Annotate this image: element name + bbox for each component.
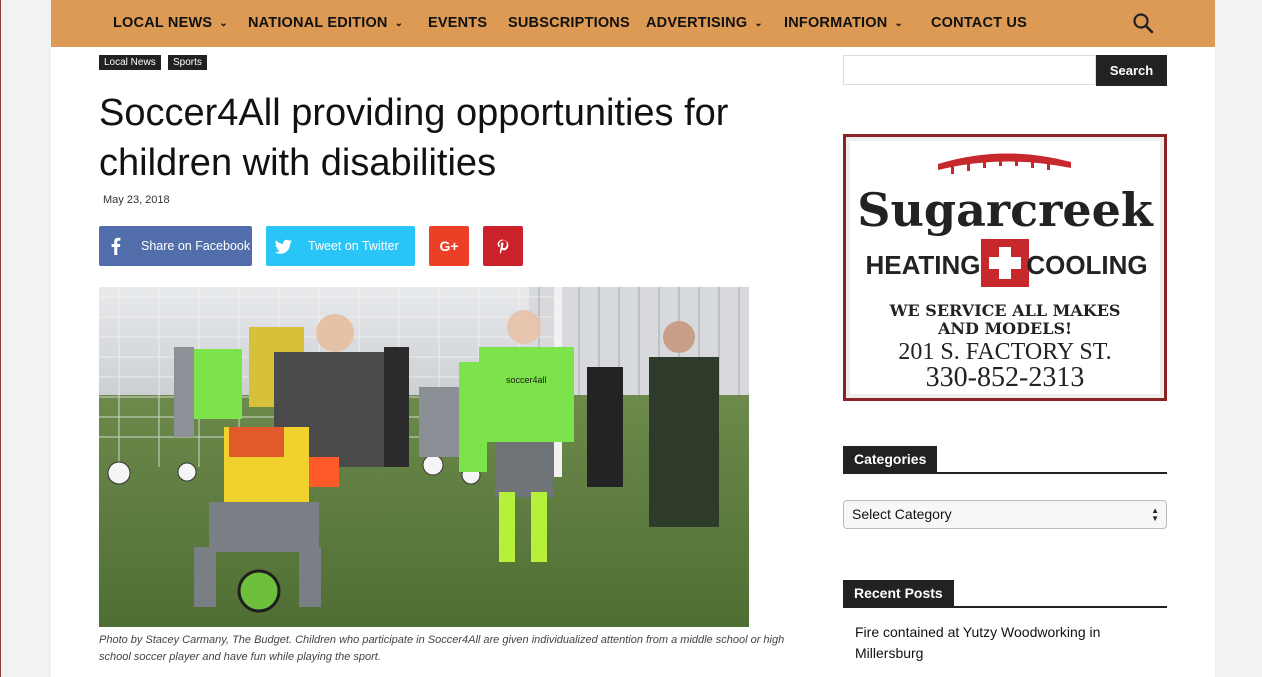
jersey-text: soccer4all — [506, 375, 547, 385]
article-date: May 23, 2018 — [103, 194, 170, 206]
select-arrows-icon: ▲ ▼ — [1151, 506, 1159, 523]
ad-heating: HEATING — [865, 250, 980, 280]
nav-item-subscriptions[interactable]: SUBSCRIPTIONS — [508, 0, 630, 47]
photo-caption: Photo by Stacey Carmany, The Budget. Chi… — [99, 634, 785, 663]
sidebar-search-input[interactable] — [843, 55, 1096, 85]
share-pinterest-button[interactable] — [483, 226, 523, 266]
chevron-down-icon: ⌄ — [219, 18, 228, 29]
recent-post-link[interactable]: Fire contained at Yutzy Woodworking in M… — [855, 622, 1145, 664]
search-icon[interactable] — [1132, 12, 1154, 34]
page-margin-right — [1215, 0, 1262, 677]
nav-item-contact-us[interactable]: CONTACT US — [931, 0, 1027, 47]
sugarcreek-ad[interactable]: Sugarcreek HEATING COOLING WE SERVICE AL… — [843, 134, 1167, 401]
tag-local-news[interactable]: Local News — [99, 55, 161, 70]
nav-item-label: NATIONAL EDITION — [248, 15, 388, 31]
nav-item-label: CONTACT US — [931, 15, 1027, 31]
pinterest-icon — [497, 239, 509, 254]
chevron-down-icon: ⌄ — [894, 18, 904, 29]
nav-item-local-news[interactable]: LOCAL NEWS ⌄ — [113, 0, 228, 47]
page-margin-left — [0, 0, 51, 677]
ad-brand: Sugarcreek — [857, 183, 1154, 237]
googleplus-icon: G+ — [439, 238, 459, 254]
article-photo: soccer4all — [99, 287, 749, 627]
chevron-down-icon: ⌄ — [754, 18, 763, 29]
nav-item-label: LOCAL NEWS — [113, 15, 213, 31]
nav-item-label: SUBSCRIPTIONS — [508, 15, 630, 31]
sidebar-search-button[interactable]: Search — [1096, 55, 1167, 86]
recent-posts-title: Recent Posts — [843, 580, 954, 606]
category-select[interactable]: Select Category ▲ ▼ — [843, 500, 1167, 529]
main-nav: LOCAL NEWS ⌄ NATIONAL EDITION ⌄ EVENTS SUB… — [51, 0, 1215, 47]
nav-item-information[interactable]: INFORMATION ⌄ — [784, 0, 903, 47]
ad-cooling: COOLING — [1026, 250, 1147, 280]
tag-sports[interactable]: Sports — [168, 55, 207, 70]
ad-tagline-2: AND MODELS! — [937, 319, 1072, 338]
nav-item-national-edition[interactable]: NATIONAL EDITION ⌄ — [248, 0, 403, 47]
categories-title: Categories — [843, 446, 938, 472]
share-facebook-label: Share on Facebook — [141, 239, 251, 253]
facebook-icon — [111, 237, 121, 255]
nav-item-events[interactable]: EVENTS — [428, 0, 487, 47]
ad-tagline-1: WE SERVICE ALL MAKES — [889, 301, 1121, 320]
share-twitter-button[interactable]: Tweet on Twitter — [266, 226, 415, 266]
article-title: Soccer4All providing opportunities for c… — [99, 92, 729, 184]
nav-item-label: INFORMATION — [784, 15, 888, 31]
category-select-value: Select Category — [852, 506, 952, 522]
nav-item-label: EVENTS — [428, 15, 488, 31]
nav-item-advertising[interactable]: ADVERTISING ⌄ — [646, 0, 763, 47]
chevron-down-icon: ⌄ — [394, 18, 404, 29]
twitter-icon — [274, 239, 292, 254]
nav-item-label: ADVERTISING — [646, 15, 748, 31]
recent-posts-block-title: Recent Posts — [843, 580, 1167, 608]
share-facebook-button[interactable]: Share on Facebook — [99, 226, 252, 266]
share-twitter-label: Tweet on Twitter — [308, 239, 399, 253]
share-googleplus-button[interactable]: G+ — [429, 226, 469, 266]
window-edge — [0, 0, 1, 677]
categories-block-title: Categories — [843, 446, 1167, 474]
ad-phone: 330-852-2313 — [926, 362, 1085, 393]
